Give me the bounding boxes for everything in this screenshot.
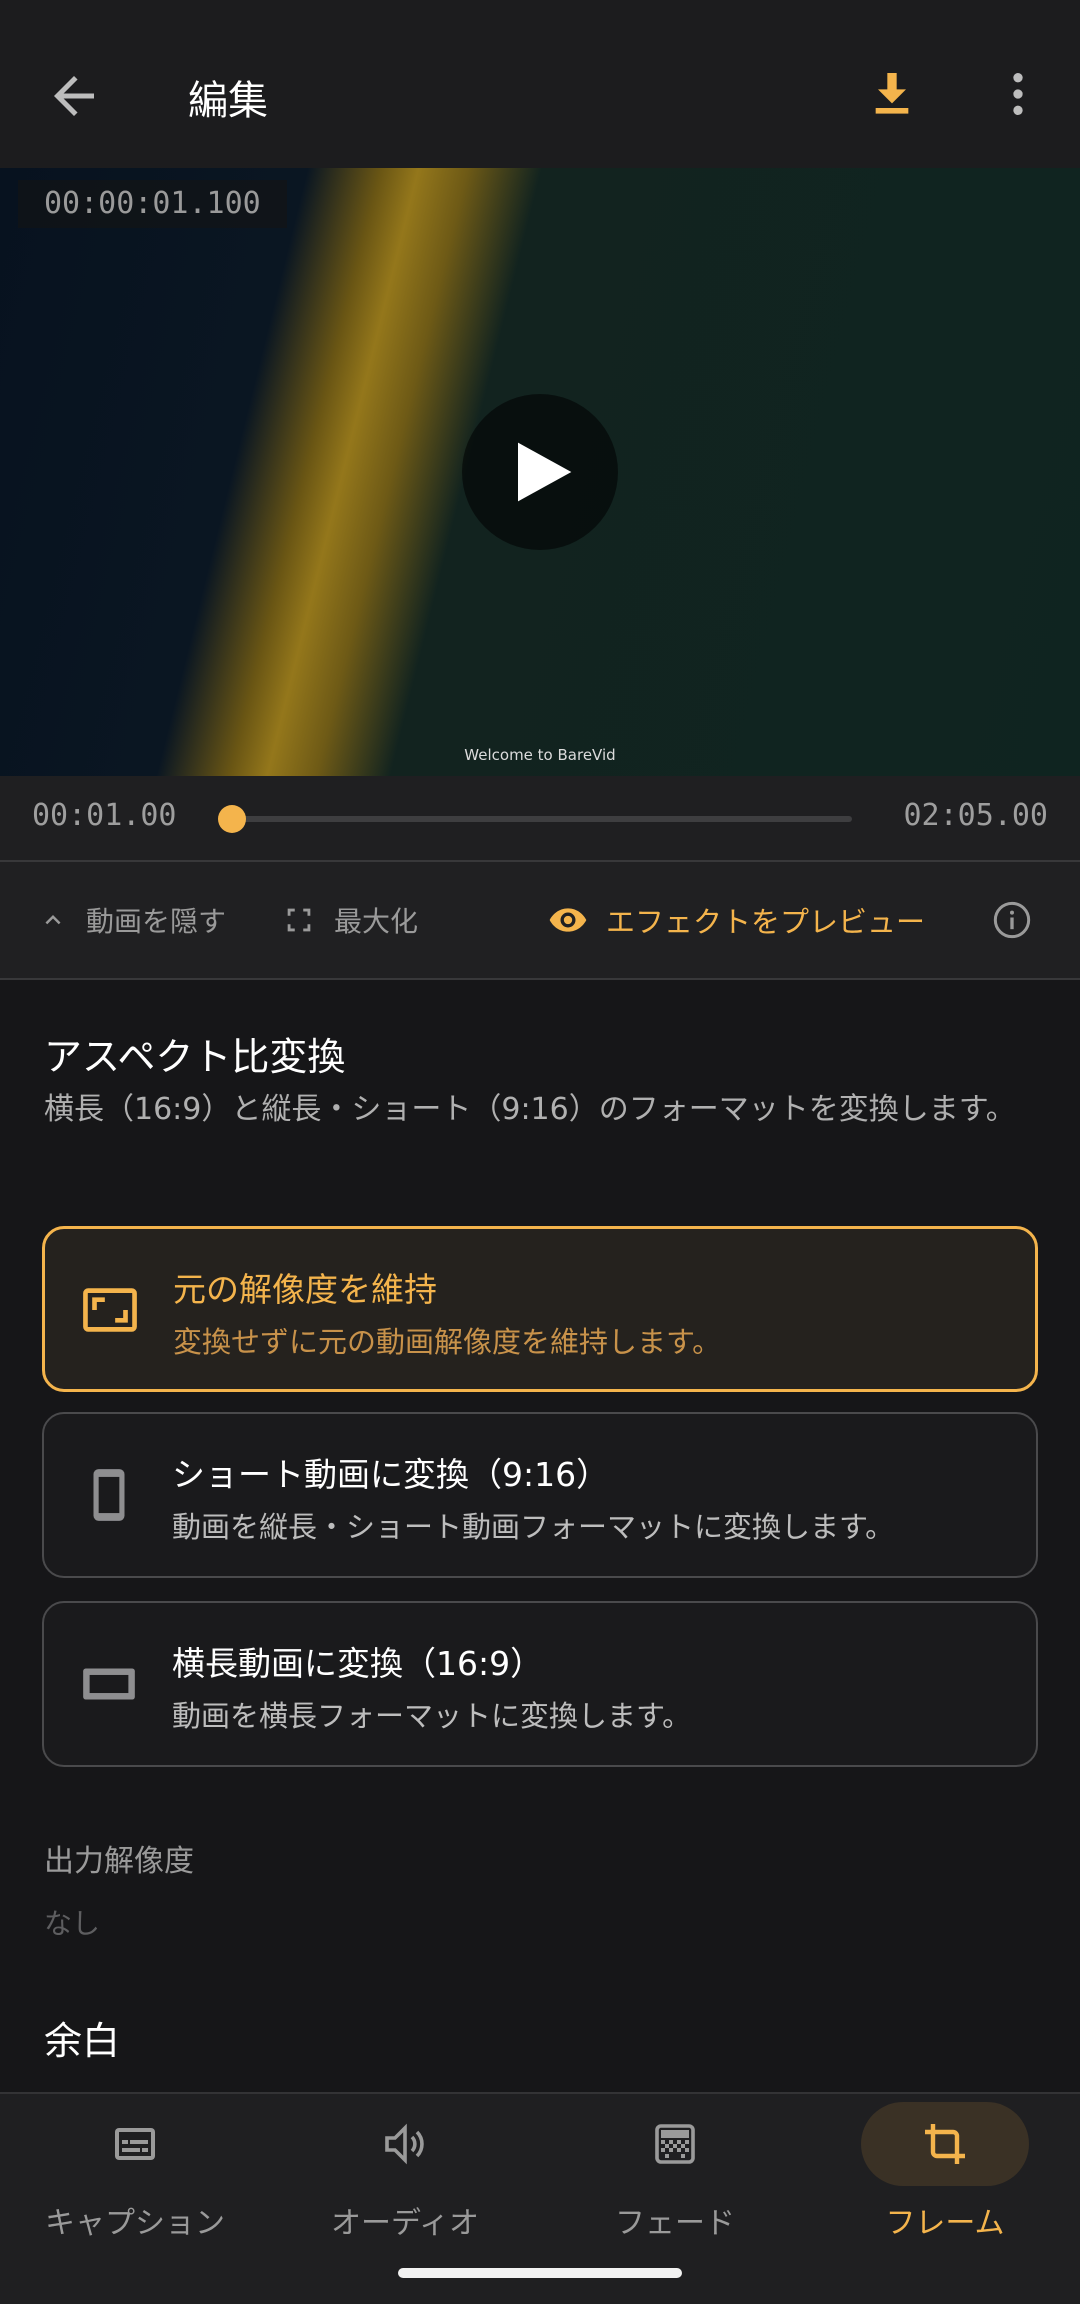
option-convert-landscape[interactable]: 横長動画に変換（16:9） 動画を横長フォーマットに変換します。 — [42, 1601, 1038, 1767]
eye-icon — [549, 908, 587, 932]
nav-item-audio[interactable]: オーディオ — [270, 2094, 540, 2274]
output-resolution-value[interactable]: なし — [44, 1902, 100, 1942]
fullscreen-icon — [287, 908, 311, 932]
chevron-up-icon — [45, 915, 61, 925]
duration-time: 02:05.00 — [903, 798, 1049, 833]
aspect-section-description: 横長（16:9）と縦長・ショート（9:16）のフォーマットを変換します。 — [44, 1092, 1016, 1127]
aspect-ratio-icon — [83, 1288, 137, 1332]
option-title: 横長動画に変換（16:9） — [172, 1644, 544, 1683]
hide-video-label: 動画を隠す — [86, 905, 227, 938]
hide-video-button[interactable]: 動画を隠す — [38, 862, 226, 978]
nav-label: キャプション — [45, 2206, 225, 2241]
editor-screen: 編集 00:00:01.100 Welcome to BareVid 00:01… — [0, 0, 1080, 2304]
option-title: 元の解像度を維持 — [173, 1270, 437, 1309]
option-title: ショート動画に変換（9:16） — [172, 1455, 610, 1494]
nav-label: オーディオ — [331, 2206, 479, 2241]
option-description: 動画を横長フォーマットに変換します。 — [172, 1699, 692, 1733]
preview-controls: 動画を隠す 最大化 エフェクトをプレビュー — [0, 862, 1080, 978]
nav-item-fade[interactable]: フェード — [540, 2094, 810, 2274]
nav-item-captions[interactable]: キャプション — [0, 2094, 270, 2274]
fade-icon — [655, 2124, 695, 2164]
phone-portrait-icon — [93, 1469, 125, 1521]
maximize-label: 最大化 — [334, 905, 419, 938]
info-icon — [993, 901, 1031, 939]
nav-item-frame[interactable]: フレーム — [810, 2094, 1080, 2274]
option-keep-resolution[interactable]: 元の解像度を維持 変換せずに元の動画解像度を維持します。 — [42, 1226, 1038, 1392]
video-preview[interactable]: 00:00:01.100 Welcome to BareVid — [0, 168, 1080, 776]
option-description: 変換せずに元の動画解像度を維持します。 — [173, 1325, 722, 1359]
app-bar: 編集 — [0, 0, 1080, 168]
video-timecode: 00:00:01.100 — [18, 180, 287, 228]
page-title: 編集 — [188, 78, 268, 124]
seek-thumb[interactable] — [218, 805, 246, 833]
play-button[interactable] — [462, 394, 618, 550]
margin-section-title: 余白 — [44, 2019, 121, 2063]
option-description: 動画を縦長・ショート動画フォーマットに変換します。 — [172, 1510, 895, 1544]
preview-effects-label: エフェクトをプレビュー — [606, 905, 926, 939]
subtitles-icon — [115, 2128, 155, 2160]
current-time: 00:01.00 — [32, 798, 177, 833]
crop-icon — [925, 2124, 965, 2164]
info-button[interactable] — [992, 862, 1050, 978]
maximize-button[interactable]: 最大化 — [282, 862, 418, 978]
output-resolution-label: 出力解像度 — [44, 1844, 194, 1879]
divider — [0, 978, 1080, 980]
landscape-rect-icon — [83, 1668, 135, 1700]
timeline-scrubber: 00:01.00 02:05.00 — [0, 776, 1080, 860]
volume-icon — [385, 2123, 424, 2165]
more-vert-icon[interactable] — [990, 66, 1046, 122]
nav-label: フレーム — [885, 2206, 1005, 2241]
aspect-section-title: アスペクト比変換 — [44, 1035, 346, 1079]
nav-label: フェード — [615, 2206, 735, 2241]
home-indicator[interactable] — [398, 2268, 682, 2278]
back-arrow-icon[interactable] — [44, 66, 104, 126]
download-icon[interactable] — [864, 66, 920, 122]
video-watermark: Welcome to BareVid — [464, 746, 616, 764]
option-convert-short[interactable]: ショート動画に変換（9:16） 動画を縦長・ショート動画フォーマットに変換します… — [42, 1412, 1038, 1578]
seek-track[interactable] — [232, 816, 852, 822]
play-icon — [518, 442, 572, 502]
preview-effects-button[interactable]: エフェクトをプレビュー — [548, 862, 925, 978]
